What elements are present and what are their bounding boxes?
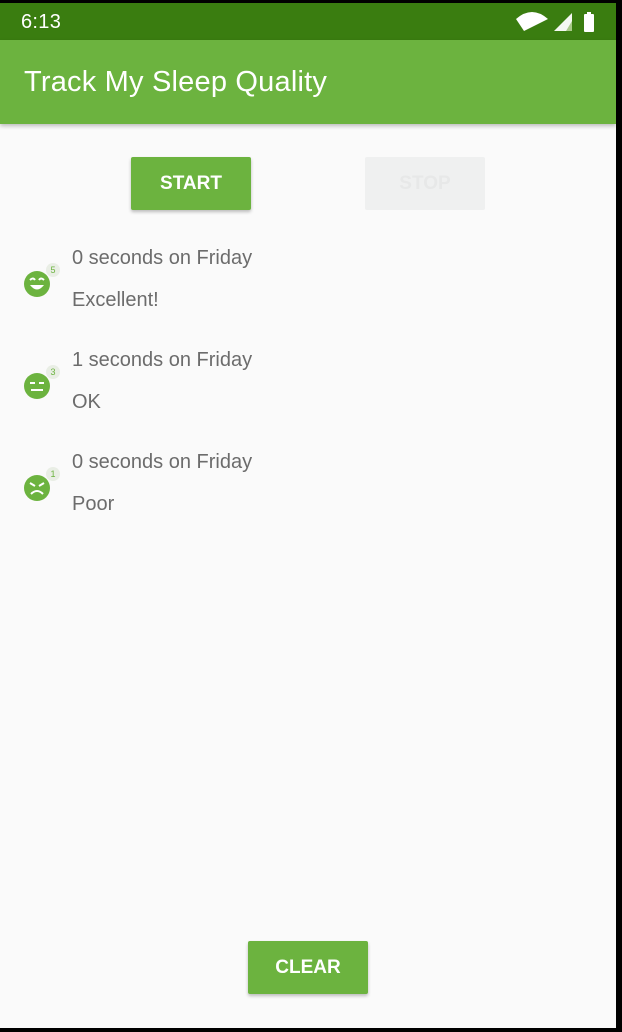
- status-time: 6:13: [21, 11, 62, 33]
- wifi-icon: [516, 12, 548, 31]
- sleep-duration: 0 seconds on Friday: [72, 451, 253, 473]
- rating-badge: 5: [50, 265, 55, 275]
- clear-button[interactable]: CLEAR: [248, 941, 368, 994]
- sleep-quality-label: Poor: [72, 493, 115, 515]
- app-title: Track My Sleep Quality: [24, 66, 328, 98]
- poor-face-icon: 1: [24, 467, 60, 501]
- sleep-quality-label: Excellent!: [72, 289, 159, 311]
- excellent-face-icon: 5: [24, 263, 60, 297]
- sleep-duration: 1 seconds on Friday: [72, 349, 253, 371]
- ok-face-icon: 3: [24, 365, 60, 399]
- status-icons: [516, 12, 594, 32]
- sleep-night-item[interactable]: 5 0 seconds on Friday Excellent!: [0, 247, 616, 337]
- status-bar: 6:13: [0, 3, 616, 40]
- phone-screen: 6:13 Track My Sleep Quality START STOP 5…: [0, 3, 616, 1028]
- battery-icon: [584, 12, 594, 32]
- sleep-duration: 0 seconds on Friday: [72, 247, 253, 269]
- rating-badge: 3: [50, 367, 55, 377]
- sleep-quality-label: OK: [72, 391, 101, 413]
- sleep-night-item[interactable]: 1 0 seconds on Friday Poor: [0, 451, 616, 541]
- sleep-night-item[interactable]: 3 1 seconds on Friday OK: [0, 349, 616, 439]
- rating-badge: 1: [50, 469, 55, 479]
- app-bar: Track My Sleep Quality: [0, 40, 616, 124]
- stop-button[interactable]: STOP: [365, 157, 485, 210]
- start-button[interactable]: START: [131, 157, 251, 210]
